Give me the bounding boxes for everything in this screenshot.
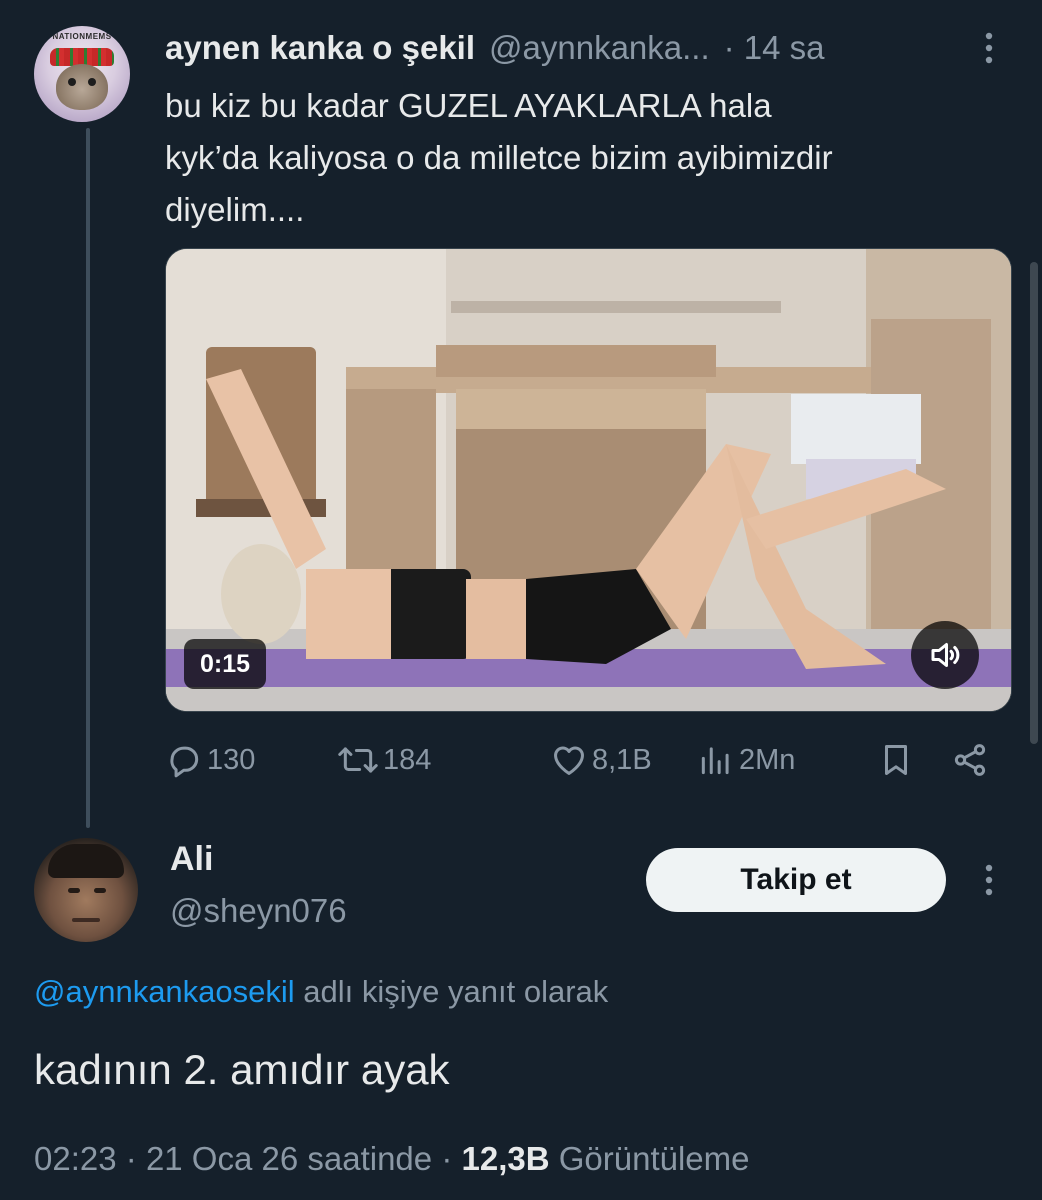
thread-connector-line — [86, 128, 90, 828]
views-count: 2Mn — [739, 743, 796, 776]
reply-button[interactable]: 130 — [165, 732, 255, 788]
replying-to-mention[interactable]: @aynnkankaosekil — [34, 974, 295, 1009]
repost-button[interactable]: 184 — [337, 732, 431, 788]
video-frame — [166, 249, 1011, 711]
heart-icon — [554, 746, 584, 775]
reply-views-label: Görüntüleme — [558, 1140, 750, 1177]
volume-icon[interactable] — [911, 621, 979, 689]
reply-date[interactable]: 21 Oca 26 saatinde — [146, 1140, 432, 1177]
parent-tweet-text: bu kiz bu kadar GUZEL AYAKLARLA hala kyk… — [165, 80, 1015, 236]
tweet-text-line: diyelim.... — [165, 191, 305, 228]
share-button[interactable] — [951, 732, 989, 788]
parent-author-handle[interactable]: @aynnkanka... — [489, 29, 710, 67]
like-count: 8,1B — [592, 743, 652, 776]
share-icon — [954, 744, 986, 776]
parent-tweet-header: aynen kanka o şekil @aynnkanka... · 14 s… — [165, 26, 825, 70]
video-player[interactable]: 0:15 — [165, 248, 1012, 712]
more-vertical-icon[interactable] — [975, 30, 1003, 66]
tweet-text-line: bu kiz bu kadar GUZEL AYAKLARLA hala — [165, 87, 772, 124]
meta-separator: · — [125, 1140, 146, 1177]
like-button[interactable]: 8,1B — [550, 732, 652, 788]
views-button[interactable]: 2Mn — [697, 732, 795, 788]
views-icon — [701, 747, 729, 775]
reply-tweet-text: kadının 2. amıdır ayak — [34, 1046, 450, 1093]
reply-time[interactable]: 02:23 — [34, 1140, 117, 1177]
reply-icon — [170, 746, 199, 778]
parent-author-avatar[interactable]: NATIONMEMS — [34, 26, 130, 122]
repost-icon — [338, 747, 378, 773]
scrollbar[interactable] — [1030, 262, 1038, 744]
tweet-action-bar: 130 184 8,1B 2Mn — [165, 732, 1010, 788]
reply-author-avatar[interactable] — [34, 838, 138, 942]
follow-button[interactable]: Takip et — [646, 848, 946, 912]
video-duration-badge: 0:15 — [184, 639, 267, 689]
more-vertical-icon[interactable] — [975, 862, 1003, 898]
bookmark-button[interactable] — [877, 732, 915, 788]
avatar-logo-text: NATIONMEMS — [52, 32, 112, 41]
reply-author-handle[interactable]: @sheyn076 — [170, 892, 347, 930]
reply-count: 130 — [207, 743, 256, 776]
tweet-detail-page: NATIONMEMS aynen kanka o şekil @aynnkank… — [0, 0, 1042, 1200]
repost-count: 184 — [383, 743, 432, 776]
bookmark-icon — [884, 745, 908, 775]
tweet-text-line: kyk’da kaliyosa o da milletce bizim ayib… — [165, 139, 833, 176]
reply-meta: 02:23 · 21 Oca 26 saatinde · 12,3B Görün… — [34, 1140, 750, 1178]
replying-to-line: @aynnkankaosekil adlı kişiye yanıt olara… — [34, 974, 608, 1010]
reply-author-name[interactable]: Ali — [170, 840, 213, 879]
meta-separator: · — [441, 1140, 462, 1177]
reply-views-count: 12,3B — [461, 1140, 550, 1177]
parent-tweet-time[interactable]: · 14 sa — [724, 29, 825, 67]
replying-to-label: adlı kişiye yanıt olarak — [294, 974, 609, 1009]
parent-author-name[interactable]: aynen kanka o şekil — [165, 29, 475, 67]
